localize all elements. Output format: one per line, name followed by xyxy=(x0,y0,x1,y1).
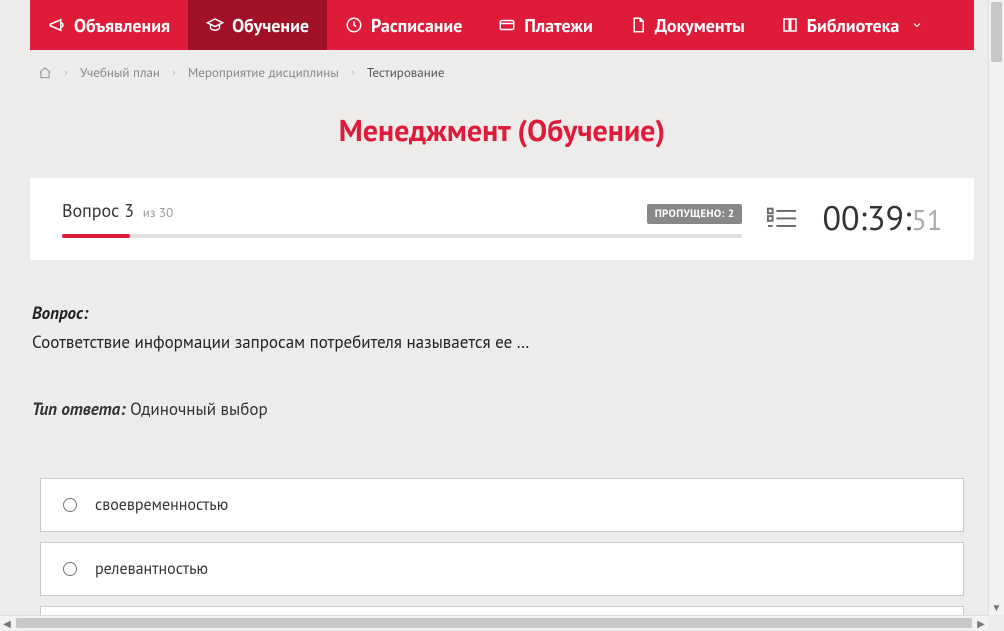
megaphone-icon xyxy=(48,16,66,34)
chevron-right-icon xyxy=(349,69,357,77)
answer-type-value: Одиночный выбор xyxy=(130,398,268,420)
question-number-of: из 30 xyxy=(143,204,173,221)
chevron-right-icon xyxy=(170,69,178,77)
timer-main: 00:39: xyxy=(822,196,911,240)
nav-label: Объявления xyxy=(74,14,170,37)
main-nav: Объявления Обучение Расписание Платежи Д… xyxy=(30,0,974,50)
answer-text: релевантностью xyxy=(95,559,208,579)
nav-label: Документы xyxy=(655,14,745,37)
breadcrumb: Учебный план Мероприятие дисциплины Тест… xyxy=(30,50,974,89)
clock-icon xyxy=(345,16,363,34)
vertical-scrollbar[interactable]: ▲ ▼ xyxy=(988,0,1004,615)
page-title: Менеджмент (Обучение) xyxy=(30,111,974,150)
answer-option[interactable]: доступностью xyxy=(40,606,964,616)
graduation-cap-icon xyxy=(206,16,224,34)
progress-bar xyxy=(62,234,742,238)
scroll-thumb[interactable] xyxy=(16,618,972,628)
question-label: Вопрос: xyxy=(32,302,972,324)
home-icon[interactable] xyxy=(38,66,52,80)
answer-option[interactable]: своевременностью xyxy=(40,478,964,532)
nav-label: Платежи xyxy=(524,14,592,37)
scroll-thumb[interactable] xyxy=(991,2,1002,62)
timer: 00:39:51 xyxy=(822,196,942,240)
scroll-left-arrow-icon[interactable]: ◀ xyxy=(0,616,14,630)
answer-option[interactable]: релевантностью xyxy=(40,542,964,596)
answer-text: своевременностью xyxy=(95,495,228,515)
question-number: Вопрос 3 из 30 xyxy=(62,199,173,222)
scroll-right-arrow-icon[interactable]: ▶ xyxy=(974,616,988,630)
question-block: Вопрос: Соответствие информации запросам… xyxy=(32,302,972,356)
question-header-card: Вопрос 3 из 30 ПРОПУЩЕНО: 2 00:39:51 xyxy=(30,178,974,260)
nav-label: Обучение xyxy=(232,14,309,37)
breadcrumb-item-plan[interactable]: Учебный план xyxy=(80,64,160,81)
answer-radio[interactable] xyxy=(63,562,77,576)
nav-education[interactable]: Обучение xyxy=(188,0,327,50)
nav-label: Библиотека xyxy=(807,14,900,37)
chevron-right-icon xyxy=(62,69,70,77)
nav-schedule[interactable]: Расписание xyxy=(327,0,480,50)
question-text: Соответствие информации запросам потреби… xyxy=(32,330,972,356)
card-icon xyxy=(498,16,516,34)
nav-payments[interactable]: Платежи xyxy=(480,0,610,50)
scroll-down-arrow-icon[interactable]: ▼ xyxy=(989,601,1004,615)
question-number-value: Вопрос 3 xyxy=(62,199,134,222)
answer-radio[interactable] xyxy=(63,498,77,512)
nav-announcements[interactable]: Объявления xyxy=(30,0,188,50)
question-list-button[interactable] xyxy=(766,202,798,234)
answers-list: своевременностью релевантностью доступно… xyxy=(32,478,972,616)
breadcrumb-item-testing: Тестирование xyxy=(367,64,445,81)
nav-label: Расписание xyxy=(371,14,462,37)
chevron-down-icon xyxy=(911,19,923,31)
answer-type-row: Тип ответа: Одиночный выбор xyxy=(32,398,972,420)
nav-documents[interactable]: Документы xyxy=(611,0,763,50)
document-icon xyxy=(629,16,647,34)
timer-seconds: 51 xyxy=(911,201,942,238)
skipped-badge: ПРОПУЩЕНО: 2 xyxy=(647,204,743,224)
nav-library[interactable]: Библиотека xyxy=(763,0,942,50)
breadcrumb-item-event[interactable]: Мероприятие дисциплины xyxy=(188,64,339,81)
horizontal-scrollbar[interactable]: ◀ ▶ xyxy=(0,615,988,630)
book-icon xyxy=(781,16,799,34)
list-icon xyxy=(767,206,797,230)
answer-type-label: Тип ответа: xyxy=(32,398,126,420)
